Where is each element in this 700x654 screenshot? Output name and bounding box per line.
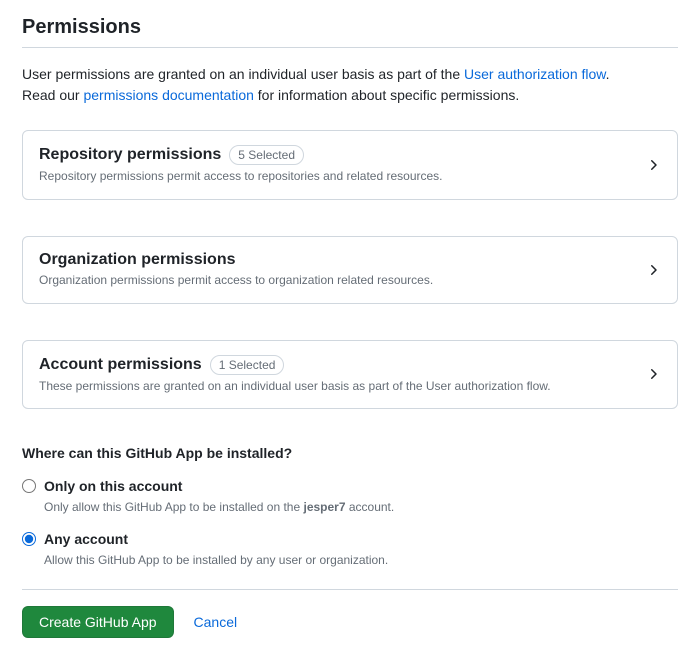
organization-permissions-card[interactable]: Organization permissions Organization pe…	[22, 236, 678, 304]
install-any-desc: Allow this GitHub App to be installed by…	[44, 551, 388, 569]
install-only-desc-suffix: account.	[346, 500, 395, 514]
organization-permissions-desc: Organization permissions permit access t…	[39, 272, 433, 289]
repository-permissions-title: Repository permissions	[39, 146, 221, 164]
install-only-desc-account: jesper7	[303, 500, 345, 514]
install-radio-only[interactable]	[22, 479, 36, 493]
chevron-right-icon	[645, 366, 661, 382]
install-radio-group: Only on this account Only allow this Git…	[22, 477, 678, 568]
install-only-label: Only on this account	[44, 477, 394, 497]
chevron-right-icon	[645, 262, 661, 278]
footer-divider	[22, 589, 678, 590]
organization-permissions-title: Organization permissions	[39, 251, 235, 269]
intro-line2-prefix: Read our	[22, 87, 83, 103]
cancel-link[interactable]: Cancel	[194, 614, 238, 630]
repository-permissions-card[interactable]: Repository permissions 5 Selected Reposi…	[22, 130, 678, 200]
install-radio-any[interactable]	[22, 532, 36, 546]
install-only-desc: Only allow this GitHub App to be install…	[44, 498, 394, 516]
user-auth-flow-link[interactable]: User authorization flow	[464, 66, 606, 82]
install-heading: Where can this GitHub App be installed?	[22, 445, 678, 461]
repository-permissions-badge: 5 Selected	[229, 145, 304, 165]
intro-text: User permissions are granted on an indiv…	[22, 64, 678, 106]
install-any-label: Any account	[44, 530, 388, 550]
account-permissions-badge: 1 Selected	[210, 355, 285, 375]
intro-line1-suffix: .	[606, 66, 610, 82]
account-permissions-title: Account permissions	[39, 356, 202, 374]
account-permissions-desc: These permissions are granted on an indi…	[39, 378, 551, 395]
footer-actions: Create GitHub App Cancel	[22, 606, 678, 638]
account-permissions-card[interactable]: Account permissions 1 Selected These per…	[22, 340, 678, 410]
intro-line1-prefix: User permissions are granted on an indiv…	[22, 66, 464, 82]
create-app-button[interactable]: Create GitHub App	[22, 606, 174, 638]
install-only-desc-prefix: Only allow this GitHub App to be install…	[44, 500, 303, 514]
install-option-only[interactable]: Only on this account Only allow this Git…	[22, 477, 678, 516]
install-option-any[interactable]: Any account Allow this GitHub App to be …	[22, 530, 678, 569]
install-section: Where can this GitHub App be installed? …	[22, 445, 678, 637]
repository-permissions-desc: Repository permissions permit access to …	[39, 168, 443, 185]
permissions-doc-link[interactable]: permissions documentation	[83, 87, 253, 103]
intro-line2-suffix: for information about specific permissio…	[254, 87, 519, 103]
chevron-right-icon	[645, 157, 661, 173]
page-title: Permissions	[22, 16, 678, 48]
